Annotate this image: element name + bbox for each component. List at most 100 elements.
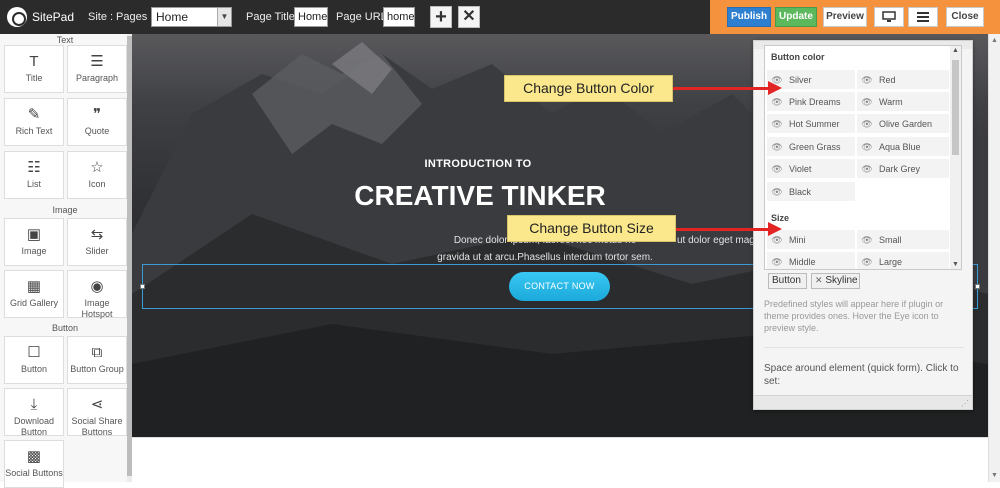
menu-button[interactable] bbox=[908, 7, 938, 27]
resize-handle-right[interactable] bbox=[975, 284, 980, 289]
contact-now-button[interactable]: CONTACT NOW bbox=[509, 272, 610, 301]
update-button[interactable]: Update bbox=[775, 7, 817, 27]
tag-skyline[interactable]: ✕ Skyline bbox=[811, 273, 860, 289]
style-options-list[interactable]: Button color 👁 Silver 👁 Red 👁 Pink Dreams 👁… bbox=[764, 45, 962, 270]
option-label: Middle bbox=[789, 257, 816, 267]
pages-select[interactable]: Home ▼ bbox=[151, 7, 232, 27]
color-option-warm[interactable]: 👁 Warm bbox=[857, 92, 949, 112]
eye-icon[interactable]: 👁 bbox=[861, 137, 873, 157]
scroll-up-icon[interactable]: ▲ bbox=[991, 37, 998, 44]
section-label-text: Text bbox=[56, 35, 74, 45]
eye-icon[interactable]: 👁 bbox=[771, 92, 783, 112]
top-toolbar: SitePad Site : Pages : Home ▼ Page Title… bbox=[0, 0, 1000, 34]
page-scrollbar[interactable]: ▲ ▼ bbox=[988, 34, 1000, 482]
add-page-button[interactable]: + bbox=[430, 6, 452, 28]
widget-quote[interactable]: ❞ Quote bbox=[67, 98, 127, 146]
page-url-input[interactable]: home bbox=[383, 7, 415, 27]
size-option-large[interactable]: 👁 Large bbox=[857, 252, 949, 269]
grid-icon: ▦ bbox=[26, 278, 42, 295]
widget-icon[interactable]: ☆ Icon bbox=[67, 151, 127, 199]
color-option-green-grass[interactable]: 👁 Green Grass bbox=[767, 137, 855, 157]
quote-icon: ❞ bbox=[92, 106, 102, 123]
desktop-view-button[interactable] bbox=[874, 7, 904, 27]
resize-grip-icon[interactable]: ⋰ bbox=[961, 399, 969, 408]
button-group-icon: ⧉ bbox=[91, 344, 103, 361]
widget-label: Social Buttons bbox=[5, 468, 63, 478]
delete-page-button[interactable]: ✕ bbox=[458, 6, 480, 28]
widget-label: Paragraph bbox=[75, 73, 119, 83]
hero-title: CREATIVE TINKER bbox=[354, 180, 606, 211]
button-icon: ☐ bbox=[27, 344, 41, 361]
size-option-small[interactable]: 👁 Small bbox=[857, 230, 949, 250]
widget-button[interactable]: ☐ Button bbox=[4, 336, 64, 384]
widget-image-hotspot[interactable]: ◉ Image Hotspot bbox=[67, 270, 127, 319]
scroll-up-icon[interactable]: ▲ bbox=[952, 47, 959, 54]
eye-icon[interactable]: 👁 bbox=[861, 114, 873, 134]
eye-icon[interactable]: 👁 bbox=[861, 159, 873, 179]
eye-icon[interactable]: 👁 bbox=[771, 252, 783, 269]
page-title-label: Page Title: bbox=[246, 11, 298, 23]
section-label-button: Button bbox=[51, 323, 79, 333]
widget-download-button[interactable]: ⤓ Download Button bbox=[4, 388, 64, 437]
plus-icon: + bbox=[435, 6, 447, 28]
spacing-help-text: Space around element (quick form). Click… bbox=[764, 363, 959, 387]
callout-arrow-line bbox=[676, 228, 769, 231]
option-label: Large bbox=[879, 257, 903, 267]
option-label: Green Grass bbox=[789, 142, 841, 152]
tag-button[interactable]: Button bbox=[768, 273, 807, 289]
color-option-hot-summer[interactable]: 👁 Hot Summer bbox=[767, 114, 855, 134]
edit-icon: ✎ bbox=[27, 106, 41, 123]
color-option-olive-garden[interactable]: 👁 Olive Garden bbox=[857, 114, 949, 134]
options-scrollbar[interactable]: ▲ ▼ bbox=[950, 46, 961, 269]
color-option-pink-dreams[interactable]: 👁 Pink Dreams bbox=[767, 92, 855, 112]
widget-label: Grid Gallery bbox=[9, 298, 58, 308]
color-option-violet[interactable]: 👁 Violet bbox=[767, 159, 855, 179]
callout-arrow-head-icon bbox=[768, 81, 782, 95]
color-option-dark-grey[interactable]: 👁 Dark Grey bbox=[857, 159, 949, 179]
eye-icon[interactable]: 👁 bbox=[771, 159, 783, 179]
change-button-size-callout: Change Button Size bbox=[507, 215, 676, 242]
widget-rich-text[interactable]: ✎ Rich Text bbox=[4, 98, 64, 146]
color-option-black[interactable]: 👁 Black bbox=[767, 182, 855, 202]
widget-social-buttons[interactable]: ▩ Social Buttons bbox=[4, 440, 64, 488]
widget-title[interactable]: T Title bbox=[4, 45, 64, 93]
remove-tag-icon[interactable]: ✕ bbox=[815, 275, 823, 285]
scroll-down-icon[interactable]: ▼ bbox=[952, 261, 959, 268]
canvas-footer-area bbox=[132, 437, 988, 482]
eye-icon[interactable]: 👁 bbox=[861, 252, 873, 269]
widget-paragraph[interactable]: ☰ Paragraph bbox=[67, 45, 127, 93]
widget-social-share-buttons[interactable]: ⋖ Social Share Buttons bbox=[67, 388, 127, 437]
chevron-down-icon: ▼ bbox=[217, 8, 231, 26]
color-option-aqua-blue[interactable]: 👁 Aqua Blue bbox=[857, 137, 949, 157]
option-label: Hot Summer bbox=[789, 119, 840, 129]
action-bar: Publish Update Preview Close bbox=[710, 0, 1000, 34]
resize-handle-left[interactable] bbox=[140, 284, 145, 289]
widget-list[interactable]: ☷ List bbox=[4, 151, 64, 199]
callout-arrow-head-icon bbox=[768, 222, 782, 236]
eye-icon[interactable]: 👁 bbox=[861, 230, 873, 250]
preview-button[interactable]: Preview bbox=[823, 7, 867, 27]
color-option-red[interactable]: 👁 Red bbox=[857, 70, 949, 90]
scroll-down-icon[interactable]: ▼ bbox=[991, 472, 998, 479]
eye-icon[interactable]: 👁 bbox=[771, 137, 783, 157]
option-label: Mini bbox=[789, 235, 806, 245]
widget-image[interactable]: ▣ Image bbox=[4, 218, 64, 266]
page-title-input[interactable]: Home bbox=[294, 7, 328, 27]
share-icon: ⋖ bbox=[90, 396, 104, 413]
close-button[interactable]: Close bbox=[946, 7, 984, 27]
eye-icon[interactable]: 👁 bbox=[771, 182, 783, 202]
widget-slider[interactable]: ⇆ Slider bbox=[67, 218, 127, 266]
hotspot-icon: ◉ bbox=[90, 278, 104, 295]
hamburger-menu-icon bbox=[917, 12, 929, 22]
eye-icon[interactable]: 👁 bbox=[861, 70, 873, 90]
widget-grid-gallery[interactable]: ▦ Grid Gallery bbox=[4, 270, 64, 318]
widget-button-group[interactable]: ⧉ Button Group bbox=[67, 336, 127, 384]
image-icon: ▣ bbox=[26, 226, 42, 243]
option-label: Warm bbox=[879, 97, 903, 107]
eye-icon[interactable]: 👁 bbox=[771, 114, 783, 134]
options-scroll-thumb[interactable] bbox=[952, 60, 959, 155]
size-option-middle[interactable]: 👁 Middle bbox=[767, 252, 855, 269]
brand-name: SitePad bbox=[32, 10, 75, 24]
publish-button[interactable]: Publish bbox=[727, 7, 771, 27]
eye-icon[interactable]: 👁 bbox=[861, 92, 873, 112]
